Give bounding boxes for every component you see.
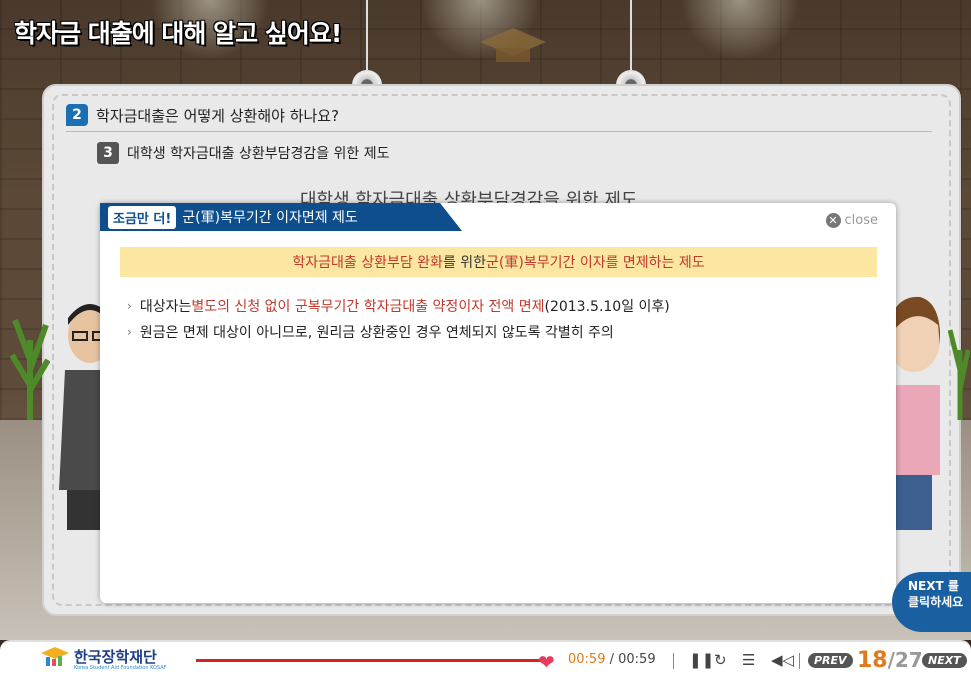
step-2-heading: 2 학자금대출은 어떻게 상환해야 하나요? [66, 104, 339, 126]
prev-button[interactable]: PREV [808, 653, 853, 668]
bullet-list: › 대상자는 별도의 신청 없이 군복무기간 학자금대출 약정이자 전액 면제 … [127, 293, 670, 345]
page-total: /27 [887, 648, 923, 672]
more-info-badge: 조금만 더! [108, 205, 177, 229]
step-2-text: 학자금대출은 어떻게 상환해야 하나요? [96, 106, 340, 125]
bullet-text: (2013.5.10일 이후) [544, 299, 670, 315]
page-counter: 18/27 [857, 648, 923, 673]
time-display: 00:59 / 00:59 [568, 652, 656, 667]
close-button[interactable]: ✕ close [825, 213, 878, 228]
script-icon[interactable]: ☰ [742, 651, 755, 669]
chevron-right-icon: › [127, 299, 132, 313]
step-number-badge: 2 [66, 104, 88, 126]
time-total: 00:59 [618, 652, 656, 667]
pause-icon[interactable]: ❚❚ [689, 651, 714, 669]
logo-subtext: Korea Student Aid Foundation KOSAF [74, 665, 167, 671]
logo-cap-icon [41, 647, 69, 666]
step-3-text: 대학생 학자금대출 상환부담경감을 위한 제도 [127, 146, 390, 162]
plant-decoration [10, 318, 50, 420]
ceiling-light [680, 0, 800, 60]
heart-icon[interactable]: ❤ [538, 650, 555, 674]
next-hint-line2: 클릭하세요 [908, 595, 964, 609]
page-title: 학자금 대출에 대해 알고 싶어요! [14, 19, 342, 48]
close-label: close [844, 213, 878, 228]
step-3-heading: 3 대학생 학자금대출 상환부담경감을 위한 제도 [97, 142, 390, 164]
volume-icon[interactable]: ◀◁ [771, 651, 794, 669]
next-button[interactable]: NEXT [922, 653, 967, 668]
summary-text: 를 위한 [442, 255, 487, 271]
divider [66, 131, 932, 132]
close-icon: ✕ [825, 213, 841, 228]
bullet-highlight: 별도의 신청 없이 군복무기간 학자금대출 약정이자 전액 면제 [191, 299, 545, 315]
bullet-text: 원금은 면제 대상이 아니므로, 원리금 상환중인 경우 연체되지 않도록 각별… [139, 325, 614, 341]
list-item: › 원금은 면제 대상이 아니므로, 원리금 상환중인 경우 연체되지 않도록 … [127, 319, 670, 345]
chevron-right-icon: › [127, 325, 132, 339]
summary-highlight: 군(軍)복무기간 이자를 면제하는 제도 [486, 255, 705, 271]
popup-header: 조금만 더! 군(軍)복무기간 이자면제 제도 [100, 203, 462, 231]
logo-text: 한국장학재단 [74, 647, 157, 666]
divider [673, 653, 674, 669]
bullet-text: 대상자는 [139, 299, 192, 315]
list-item: › 대상자는 별도의 신청 없이 군복무기간 학자금대출 약정이자 전액 면제 … [127, 293, 670, 319]
next-hint-bubble[interactable]: NEXT 를 클릭하세요 [892, 572, 971, 632]
summary-highlight: 학자금대출 상환부담 완화 [292, 255, 443, 271]
info-popup: 조금만 더! 군(軍)복무기간 이자면제 제도 ✕ close 학자금대출 상환… [100, 203, 896, 603]
popup-title: 군(軍)복무기간 이자면제 제도 [182, 210, 358, 226]
progress-bar[interactable] [196, 659, 540, 662]
time-current: 00:59 [568, 652, 606, 667]
summary-box: 학자금대출 상환부담 완화 를 위한 군(軍)복무기간 이자를 면제하는 제도 [120, 247, 877, 277]
hanging-wire [366, 0, 368, 80]
step-number-badge: 3 [97, 142, 119, 164]
next-hint-line1: NEXT 를 [908, 579, 959, 593]
plant-decoration [948, 329, 970, 420]
page-current: 18 [857, 648, 888, 673]
graduation-cap-icon [480, 28, 546, 62]
kosaf-logo: 한국장학재단 Korea Student Aid Foundation KOSA… [40, 645, 167, 671]
time-separator: / [605, 652, 619, 667]
hanging-wire [630, 0, 632, 80]
divider [799, 653, 800, 669]
replay-icon[interactable]: ↻ [714, 651, 727, 669]
